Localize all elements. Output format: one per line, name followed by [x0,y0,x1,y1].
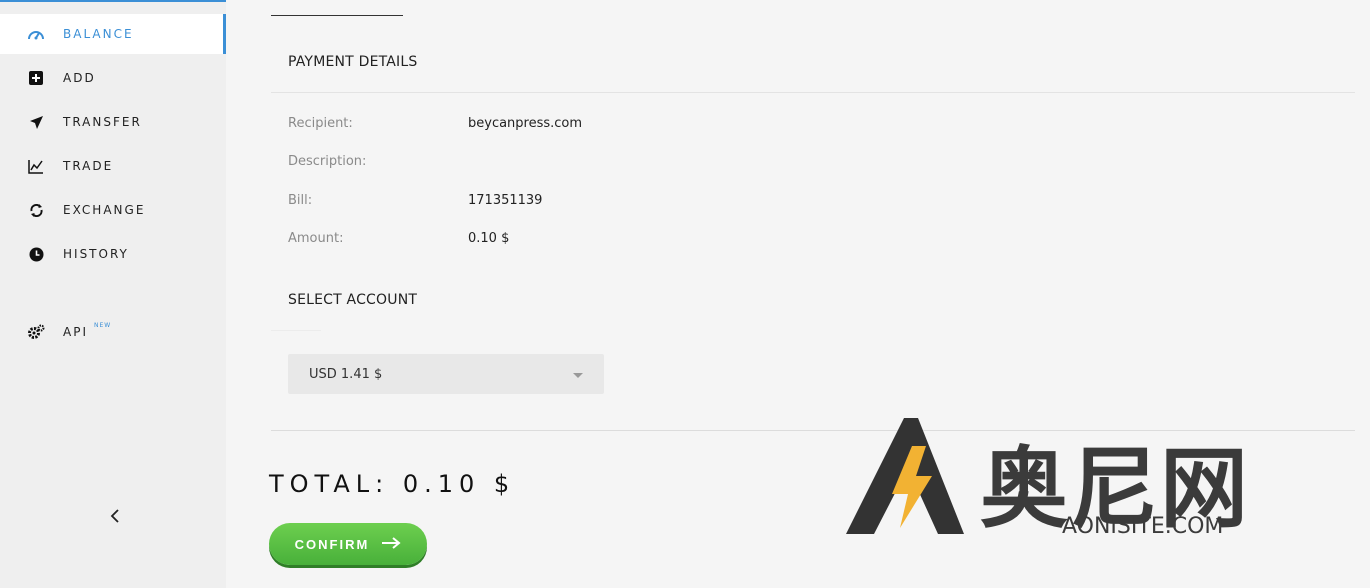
arrow-right-icon [381,536,401,552]
paper-plane-icon [27,113,45,131]
chart-line-icon [27,157,45,175]
account-select[interactable]: USD 1.41 $ [288,354,604,394]
confirm-button[interactable]: CONFIRM [269,523,427,565]
detail-row-amount: Amount: 0.10 $ [288,231,888,251]
account-select-value: USD 1.41 $ [309,366,383,382]
detail-label: Bill: [288,193,313,208]
sidebar-item-label: API [63,325,88,339]
gears-icon [27,323,45,341]
sidebar-item-label: TRANSFER [63,115,142,129]
detail-label: Recipient: [288,116,353,131]
sidebar-collapse-button[interactable] [101,503,129,531]
detail-label: Description: [288,154,367,169]
select-account-title: SELECT ACCOUNT [288,292,418,308]
sidebar-item-api[interactable]: API NEW [0,312,226,352]
sidebar-item-transfer[interactable]: TRANSFER [0,102,226,142]
chevron-left-icon [110,508,120,527]
total-amount: TOTAL: 0.10 $ [269,470,516,498]
chevron-down-icon [573,373,583,378]
divider [271,92,1355,93]
detail-row-recipient: Recipient: beycanpress.com [288,116,888,136]
sidebar-top-accent [0,0,226,2]
tab-underline [271,15,403,16]
sidebar: BALANCE ADD TRANSFER TRADE EXCHANGE HIST… [0,0,226,588]
sidebar-item-add[interactable]: ADD [0,58,226,98]
payment-details-title: PAYMENT DETAILS [288,54,418,70]
confirm-label: CONFIRM [294,536,370,552]
sidebar-item-label: BALANCE [63,27,134,41]
detail-value: beycanpress.com [468,116,583,131]
sidebar-item-label: HISTORY [63,247,129,261]
sidebar-item-label: TRADE [63,159,114,173]
sidebar-item-exchange[interactable]: EXCHANGE [0,190,226,230]
refresh-icon [27,201,45,219]
detail-value: 171351139 [468,193,543,208]
divider-short [271,330,321,331]
detail-row-bill: Bill: 171351139 [288,193,888,213]
detail-value: 0.10 $ [468,231,510,246]
clock-icon [27,245,45,263]
sidebar-item-history[interactable]: HISTORY [0,234,226,274]
app-root: BALANCE ADD TRANSFER TRADE EXCHANGE HIST… [0,0,1370,588]
sidebar-item-balance[interactable]: BALANCE [0,14,226,54]
detail-row-description: Description: [288,154,888,174]
watermark-subtext: AONISITE.COM [1062,514,1224,539]
dashboard-icon [27,25,45,43]
sidebar-item-trade[interactable]: TRADE [0,146,226,186]
detail-label: Amount: [288,231,344,246]
new-badge: NEW [93,321,112,329]
sidebar-item-label: EXCHANGE [63,203,146,217]
plus-square-icon [27,69,45,87]
sidebar-item-label: ADD [63,71,96,85]
